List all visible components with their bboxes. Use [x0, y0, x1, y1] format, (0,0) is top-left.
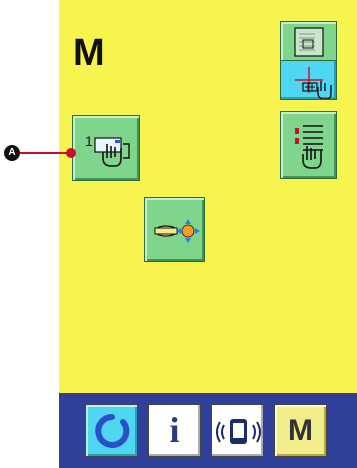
counter-setting-button[interactable]: 1: [72, 115, 140, 181]
callout-marker: A: [4, 145, 20, 161]
communication-icon: [216, 419, 261, 444]
mode-label: M: [288, 414, 313, 447]
reset-button[interactable]: [85, 404, 138, 457]
reset-ring-icon: [95, 414, 130, 448]
pattern-data-button-bottom: [281, 60, 336, 99]
communication-button[interactable]: [211, 404, 264, 457]
information-button[interactable]: i: [148, 404, 201, 457]
pattern-data-button[interactable]: [280, 21, 337, 100]
list-button[interactable]: [280, 111, 337, 179]
counter-number-label: 1: [85, 133, 93, 149]
mode-button[interactable]: M: [274, 404, 327, 457]
feed-move-button[interactable]: [144, 197, 205, 262]
pattern-data-hand-icon: [295, 66, 332, 99]
pattern-sheet-icon: [294, 27, 324, 57]
callout-leader-dot: [66, 148, 76, 158]
feed-move-cross-icon: [154, 219, 200, 243]
list-hand-icon: [295, 125, 323, 169]
information-label: i: [169, 410, 180, 450]
counter-setting-hand-icon: 1: [85, 133, 130, 167]
mode-title: M: [73, 32, 105, 74]
callout-leader-line: [20, 152, 72, 154]
pattern-data-button-top: [281, 22, 336, 61]
